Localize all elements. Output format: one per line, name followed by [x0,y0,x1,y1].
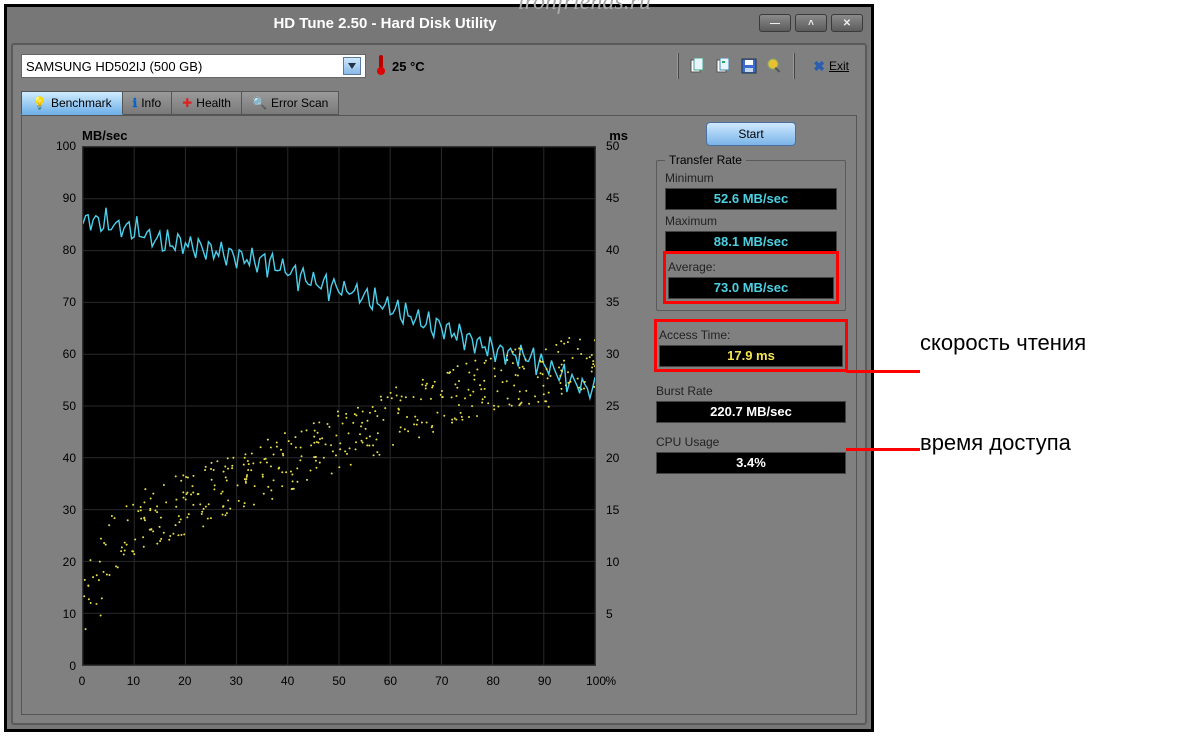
average-value: 73.0 MB/sec [668,277,834,299]
y-axis-left-label: MB/sec [82,128,128,143]
annotation-read-speed: скорость чтения [920,330,1086,356]
minimize-button[interactable]: — [759,14,791,32]
tab-health[interactable]: ✚ Health [171,91,242,115]
maximize-button[interactable]: ˄ [795,14,827,32]
cpu-usage-value: 3.4% [656,452,846,474]
access-time-highlight: Access Time: 17.9 ms [656,319,846,372]
access-time-value: 17.9 ms [659,345,843,367]
window-title: HD Tune 2.50 - Hard Disk Utility [15,15,755,32]
minimum-value: 52.6 MB/sec [665,188,837,210]
temperature-value: 25 °C [392,59,425,74]
close-button[interactable]: ✕ [831,14,863,32]
y-axis-right-ticks: 5045403530252015105 [604,146,628,666]
drive-select-value: SAMSUNG HD502IJ (500 GB) [26,59,202,74]
save-button[interactable] [737,55,761,77]
average-highlight: Average: 73.0 MB/sec [665,251,837,304]
transfer-rate-group: Transfer Rate Minimum 52.6 MB/sec Maximu… [656,160,846,311]
chevron-down-icon[interactable] [343,57,361,75]
y-axis-left-ticks: 1009080706050403020100 [48,146,78,666]
access-time-label: Access Time: [659,328,843,342]
app-window: HD Tune 2.50 - Hard Disk Utility — ˄ ✕ S… [4,4,874,732]
temperature-display: 25 °C [376,54,425,79]
plot-area [82,146,596,666]
top-toolbar-row: SAMSUNG HD502IJ (500 GB) 25 °C ✖ [21,53,857,79]
exit-button[interactable]: ✖ Exit [805,56,857,77]
lightbulb-icon: 💡 [32,96,47,110]
start-button[interactable]: Start [706,122,796,146]
maximum-value: 88.1 MB/sec [665,231,837,253]
tab-row: 💡 Benchmark ℹ Info ✚ Health 🔍 Error Scan… [21,91,857,115]
drive-select[interactable]: SAMSUNG HD502IJ (500 GB) [21,54,366,78]
tab-benchmark[interactable]: 💡 Benchmark [21,91,123,115]
action-toolbar [677,53,795,79]
annotation-access-time: время доступа [920,430,1071,456]
search-icon: 🔍 [252,96,267,110]
close-icon: ✖ [813,58,825,75]
plus-icon: ✚ [182,96,192,110]
x-axis-ticks: 0102030405060708090100% [82,674,596,692]
callout-line-2 [846,448,920,451]
titlebar: HD Tune 2.50 - Hard Disk Utility — ˄ ✕ [7,7,871,39]
tab-error-scan[interactable]: 🔍 Error Scan [241,91,339,115]
exit-label: Exit [829,59,849,73]
burst-rate-label: Burst Rate [656,384,846,398]
average-label: Average: [668,260,834,274]
cpu-usage-label: CPU Usage [656,435,846,449]
copy-screenshot-button[interactable] [711,55,735,77]
minimum-label: Minimum [665,171,837,185]
copy-info-button[interactable] [685,55,709,77]
results-sidebar: Start Transfer Rate Minimum 52.6 MB/sec … [656,122,846,474]
benchmark-panel: MB/sec ms 1009080706050403020100 5045403… [21,115,857,715]
tab-info[interactable]: ℹ Info [122,91,173,115]
maximum-label: Maximum [665,214,837,228]
options-button[interactable] [763,55,787,77]
burst-rate-value: 220.7 MB/sec [656,401,846,423]
info-icon: ℹ [133,96,138,110]
thermometer-icon [376,54,386,79]
chart-area: MB/sec ms 1009080706050403020100 5045403… [38,126,628,696]
content-area: SAMSUNG HD502IJ (500 GB) 25 °C ✖ [11,43,867,725]
transfer-rate-title: Transfer Rate [665,153,746,167]
callout-line-1 [846,370,920,373]
